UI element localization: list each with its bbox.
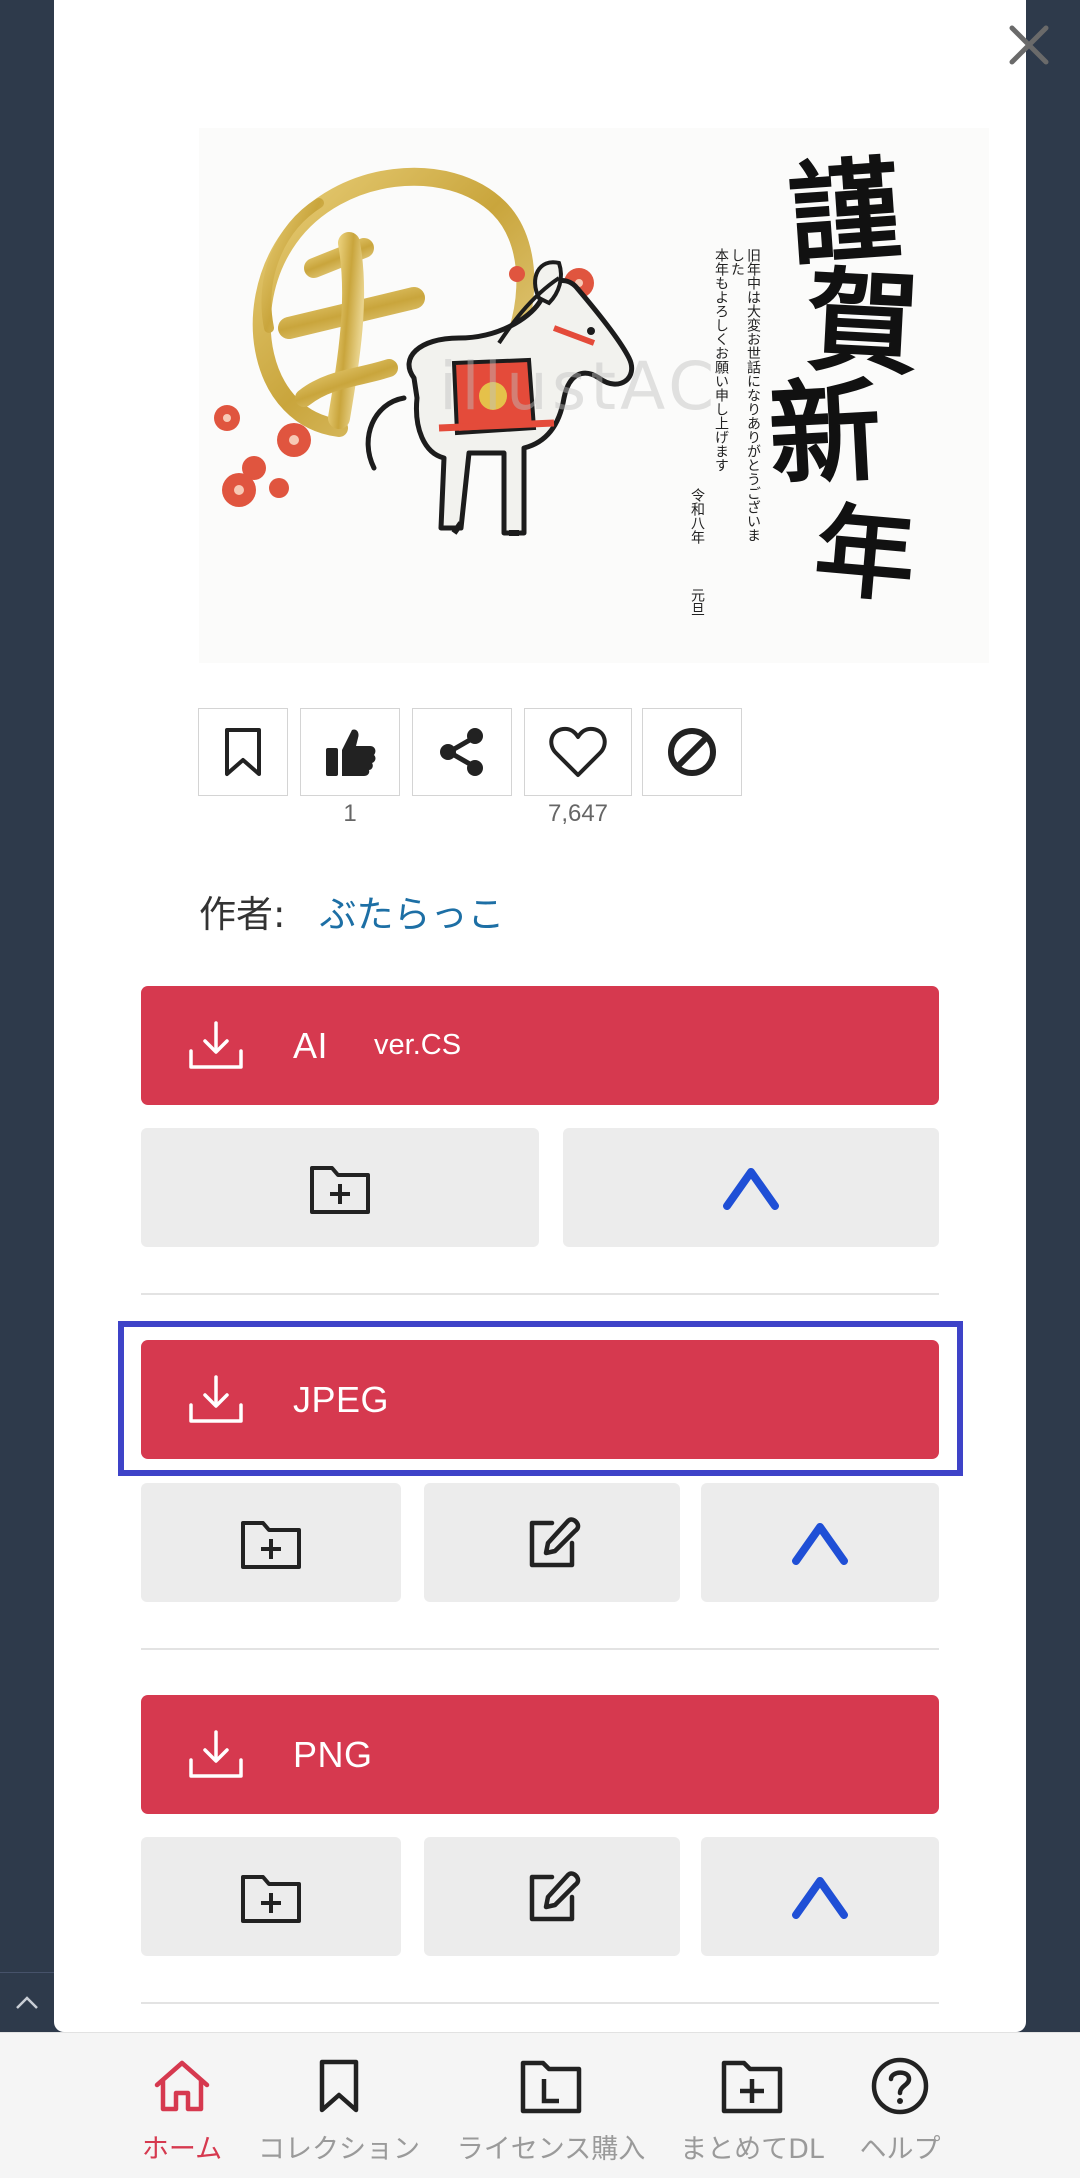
greeting-line: 本年もよろしくお願い申し上げます: [713, 248, 729, 472]
author-link[interactable]: ぶたらっこ: [319, 884, 504, 938]
chevron-up-icon: [723, 1167, 779, 1210]
add-to-folder-button[interactable]: [141, 1128, 539, 1247]
author-label: 作者:: [199, 893, 286, 936]
collapse-button[interactable]: [701, 1483, 939, 1602]
nav-collection[interactable]: コレクション: [258, 2033, 420, 2178]
edit-icon: [529, 1516, 581, 1567]
scroll-top-button[interactable]: [0, 1972, 54, 2032]
collapse-button[interactable]: [563, 1128, 939, 1247]
block-icon: [668, 728, 716, 776]
nav-label: ホーム: [141, 2134, 223, 2165]
download-ai-button[interactable]: AI ver.CS: [141, 986, 939, 1105]
calligraphy-char: 謹: [784, 144, 906, 283]
folder-plus-icon: [721, 2060, 783, 2114]
preview-modal: illustAC 旧年中は大変お世話になりありがとうございました 本年もよろしく…: [54, 0, 1049, 2032]
artwork-image: illustAC 旧年中は大変お世話になりありがとうございました 本年もよろしく…: [199, 128, 989, 663]
close-button[interactable]: [1004, 20, 1054, 70]
folder-plus-icon: [241, 1874, 301, 1923]
nav-label: ライセンス購入: [456, 2134, 646, 2165]
calligraphy-char: 年: [810, 490, 920, 618]
nav-home[interactable]: ホーム: [130, 2033, 234, 2178]
nav-label: コレクション: [258, 2134, 420, 2165]
bottom-nav: ホーム コレクション ライセンス購入 まとめてDL ヘルプ: [0, 2032, 1080, 2178]
heart-icon: [549, 726, 607, 777]
author-row: 作者: ぶたらっこ: [199, 886, 504, 936]
chevron-up-icon: [792, 1876, 848, 1919]
nav-bulk-download[interactable]: まとめてDL: [676, 2033, 828, 2178]
nav-label: まとめてDL: [680, 2134, 824, 2165]
download-format-label: AI: [293, 1024, 329, 1066]
chevron-up-icon: [792, 1522, 848, 1565]
share-icon: [440, 728, 483, 776]
edit-button[interactable]: [424, 1483, 680, 1602]
folder-plus-icon: [241, 1520, 301, 1569]
close-icon: [1009, 25, 1049, 65]
edit-icon: [529, 1870, 581, 1921]
calligraphy-char: 新: [765, 365, 885, 502]
download-icon: [189, 1729, 243, 1778]
license-icon: [520, 2060, 582, 2114]
add-to-folder-button[interactable]: [141, 1837, 401, 1956]
home-icon: [154, 2060, 210, 2112]
chevron-up-icon: [16, 1995, 38, 2009]
greeting-line: 旧年中は大変お世話になりありがとうございました: [729, 248, 761, 542]
report-button[interactable]: [642, 708, 742, 796]
download-icon: [189, 1020, 243, 1069]
help-icon: [871, 2057, 929, 2115]
folder-plus-icon: [310, 1165, 370, 1214]
bookmark-button[interactable]: [198, 708, 288, 796]
divider: [141, 1293, 939, 1295]
collapse-button[interactable]: [701, 1837, 939, 1956]
divider: [141, 1648, 939, 1650]
focus-highlight: [118, 1321, 963, 1476]
edit-button[interactable]: [424, 1837, 680, 1956]
bookmark-icon: [319, 2059, 359, 2113]
favorite-count: 7,647: [547, 800, 609, 827]
nav-label: ヘルプ: [859, 2134, 941, 2165]
bookmark-icon: [225, 728, 261, 776]
thumbs-up-icon: [326, 729, 376, 776]
download-format-label: PNG: [293, 1733, 373, 1775]
watermark-text: illustAC: [439, 348, 719, 425]
divider: [141, 2002, 939, 2004]
like-button[interactable]: [300, 708, 400, 796]
nav-license[interactable]: ライセンス購入: [456, 2033, 646, 2178]
download-version-label: ver.CS: [374, 1029, 462, 1061]
like-count: 1: [343, 800, 357, 827]
favorite-button[interactable]: [524, 708, 632, 796]
greeting-date: 令和八年: [689, 488, 705, 544]
download-png-button[interactable]: PNG: [141, 1695, 939, 1814]
greeting-date: 元旦: [689, 588, 705, 616]
nav-help[interactable]: ヘルプ: [852, 2033, 948, 2178]
share-button[interactable]: [412, 708, 512, 796]
add-to-folder-button[interactable]: [141, 1483, 401, 1602]
